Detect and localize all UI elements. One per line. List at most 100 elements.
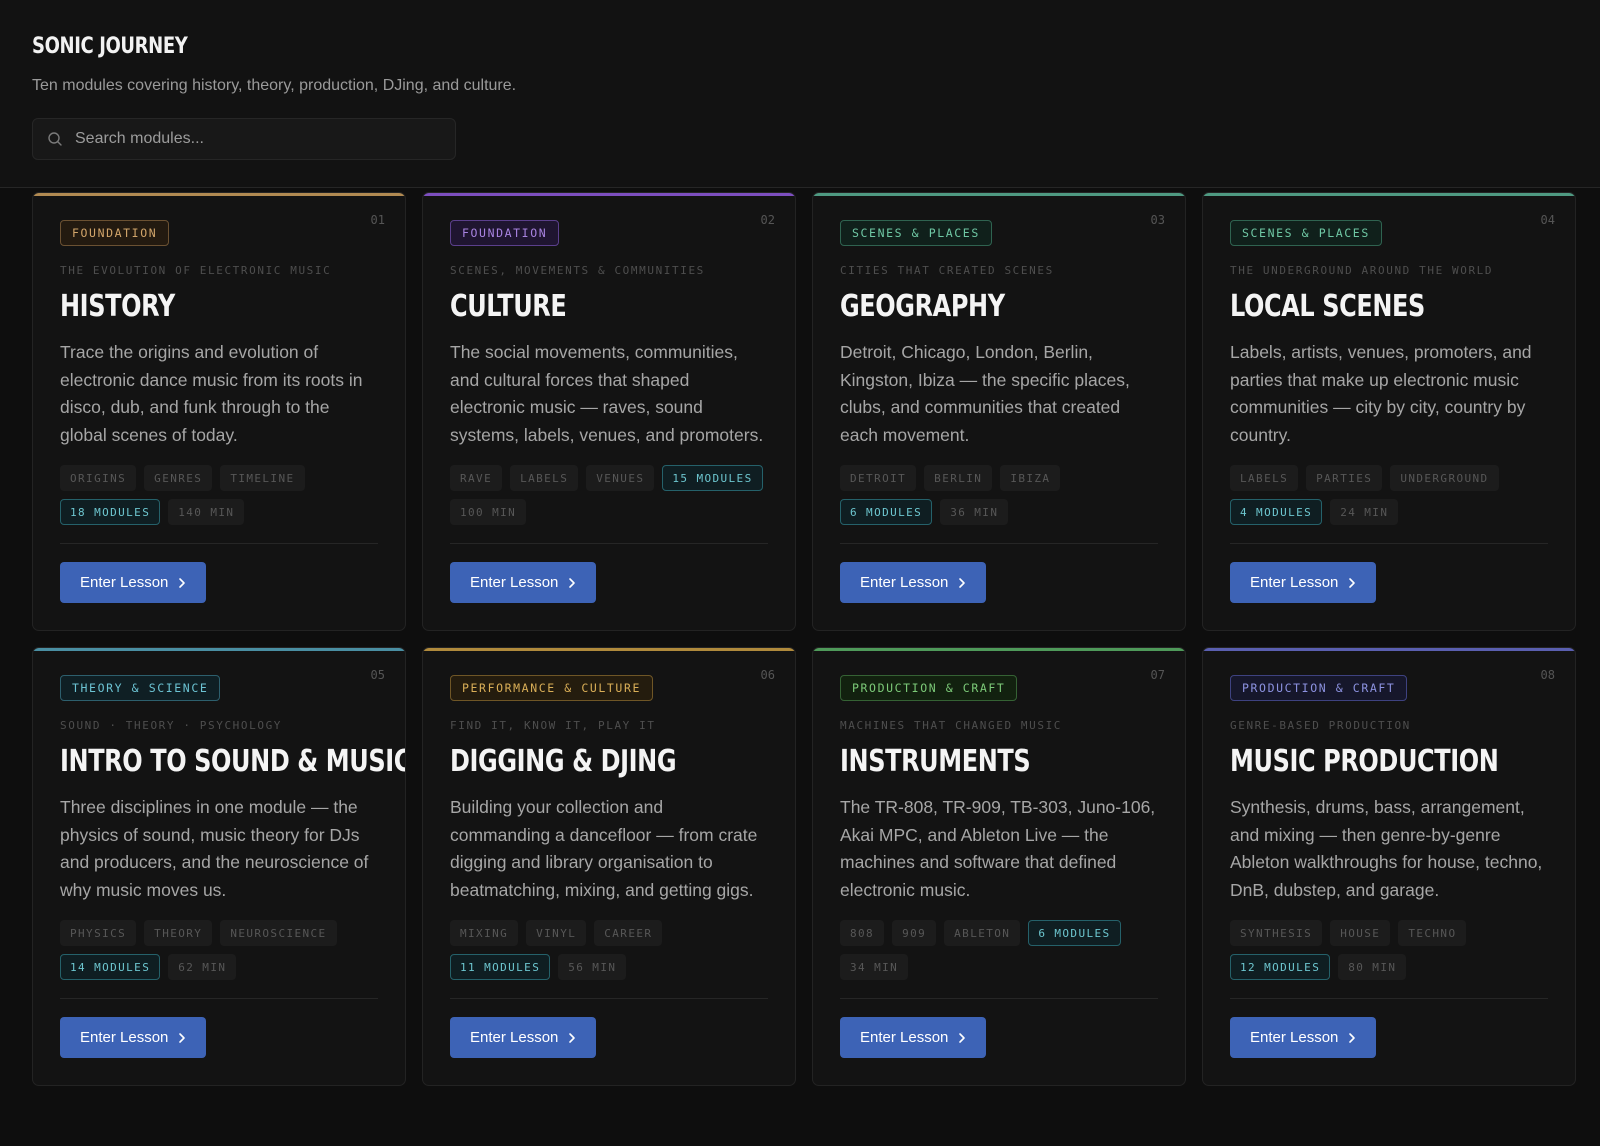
chevron-right-icon	[1349, 1032, 1356, 1043]
enter-lesson-label: Enter Lesson	[470, 574, 559, 591]
search-box[interactable]	[32, 118, 456, 160]
card-number: 02	[760, 213, 775, 227]
duration-tag: 56 MIN	[558, 954, 627, 980]
enter-lesson-label: Enter Lesson	[80, 1029, 169, 1046]
card-accent-line	[33, 193, 405, 196]
tag-list: PHYSICS THEORY NEUROSCIENCE 14 MODULES 62 …	[60, 920, 378, 980]
topic-tag: PHYSICS	[60, 920, 137, 946]
enter-lesson-label: Enter Lesson	[1250, 1029, 1339, 1046]
category-badge: PERFORMANCE & CULTURE	[450, 675, 653, 701]
category-badge: SCENES & PLACES	[840, 220, 992, 246]
card-divider	[1230, 998, 1548, 999]
topic-tag: TECHNO	[1398, 920, 1467, 946]
card-accent-line	[1203, 193, 1575, 196]
tag-list: LABELS PARTIES UNDERGROUND 4 MODULES 24 MI…	[1230, 465, 1548, 525]
category-badge: FOUNDATION	[60, 220, 170, 246]
module-count-tag: 11 MODULES	[450, 954, 551, 980]
card-title: INSTRUMENTS	[840, 744, 1031, 779]
topic-tag: TIMELINE	[220, 465, 305, 491]
card-title: GEOGRAPHY	[840, 289, 1005, 324]
chevron-right-icon	[1349, 577, 1356, 588]
chevron-right-icon	[569, 1032, 576, 1043]
enter-lesson-button[interactable]: Enter Lesson	[450, 562, 597, 603]
module-count-tag: 18 MODULES	[60, 499, 161, 525]
duration-tag: 34 MIN	[840, 954, 909, 980]
module-card[interactable]: 02 FOUNDATION SCENES, MOVEMENTS & COMMUN…	[422, 192, 796, 631]
module-card[interactable]: 03 SCENES & PLACES CITIES THAT CREATED S…	[812, 192, 1186, 631]
duration-tag: 36 MIN	[940, 499, 1009, 525]
enter-lesson-button[interactable]: Enter Lesson	[60, 562, 207, 603]
topic-tag: THEORY	[144, 920, 213, 946]
card-divider	[450, 998, 768, 999]
card-divider	[840, 998, 1158, 999]
duration-tag: 24 MIN	[1330, 499, 1399, 525]
card-kicker: THE UNDERGROUND AROUND THE WORLD	[1230, 264, 1494, 277]
enter-lesson-button[interactable]: Enter Lesson	[840, 562, 987, 603]
tag-list: MIXING VINYL CAREER 11 MODULES 56 MIN	[450, 920, 768, 980]
topic-tag: MIXING	[450, 920, 519, 946]
module-card[interactable]: 08 PRODUCTION & CRAFT GENRE-BASED PRODUC…	[1202, 647, 1576, 1086]
category-badge: FOUNDATION	[450, 220, 560, 246]
card-accent-line	[813, 648, 1185, 651]
tag-list: ORIGINS GENRES TIMELINE 18 MODULES 140 MIN	[60, 465, 378, 525]
category-badge: PRODUCTION & CRAFT	[840, 675, 1018, 701]
enter-lesson-button[interactable]: Enter Lesson	[60, 1017, 207, 1058]
module-card[interactable]: 06 PERFORMANCE & CULTURE FIND IT, KNOW I…	[422, 647, 796, 1086]
enter-lesson-label: Enter Lesson	[470, 1029, 559, 1046]
module-count-tag: 14 MODULES	[60, 954, 161, 980]
enter-lesson-button[interactable]: Enter Lesson	[1230, 1017, 1377, 1058]
card-description: Trace the origins and evolution of elect…	[60, 342, 363, 445]
chevron-right-icon	[179, 577, 186, 588]
header: SONIC JOURNEY Ten modules covering histo…	[0, 0, 1600, 188]
topic-tag: IBIZA	[1000, 465, 1061, 491]
card-divider	[840, 543, 1158, 544]
card-description: The social movements, communities, and c…	[450, 342, 764, 445]
chevron-right-icon	[959, 1032, 966, 1043]
module-card[interactable]: 04 SCENES & PLACES THE UNDERGROUND AROUN…	[1202, 192, 1576, 631]
module-count-tag: 12 MODULES	[1230, 954, 1331, 980]
category-badge: SCENES & PLACES	[1230, 220, 1382, 246]
card-kicker: MACHINES THAT CHANGED MUSIC	[840, 719, 1063, 732]
module-card[interactable]: 07 PRODUCTION & CRAFT MACHINES THAT CHAN…	[812, 647, 1186, 1086]
card-kicker: SCENES, MOVEMENTS & COMMUNITIES	[450, 264, 705, 277]
card-number: 03	[1150, 213, 1165, 227]
topic-tag: 909	[892, 920, 937, 946]
card-description: Labels, artists, venues, promoters, and …	[1230, 342, 1532, 445]
search-input[interactable]	[75, 130, 415, 148]
enter-lesson-label: Enter Lesson	[1250, 574, 1339, 591]
card-kicker: SOUND · THEORY · PSYCHOLOGY	[60, 719, 283, 732]
enter-lesson-button[interactable]: Enter Lesson	[840, 1017, 987, 1058]
topic-tag: ORIGINS	[60, 465, 137, 491]
card-divider	[60, 998, 378, 999]
chevron-right-icon	[179, 1032, 186, 1043]
topic-tag: HOUSE	[1330, 920, 1391, 946]
module-count-tag: 6 MODULES	[1028, 920, 1121, 946]
card-title: HISTORY	[60, 289, 175, 324]
enter-lesson-button[interactable]: Enter Lesson	[450, 1017, 597, 1058]
card-title: CULTURE	[450, 289, 567, 324]
tag-list: SYNTHESIS HOUSE TECHNO 12 MODULES 80 MIN	[1230, 920, 1548, 980]
card-title: DIGGING & DJING	[450, 744, 677, 779]
module-card[interactable]: 01 FOUNDATION THE EVOLUTION OF ELECTRONI…	[32, 192, 406, 631]
module-count-tag: 15 MODULES	[662, 465, 763, 491]
enter-lesson-button[interactable]: Enter Lesson	[1230, 562, 1377, 603]
card-divider	[450, 543, 768, 544]
category-badge: PRODUCTION & CRAFT	[1230, 675, 1408, 701]
duration-tag: 80 MIN	[1338, 954, 1407, 980]
card-kicker: FIND IT, KNOW IT, PLAY IT	[450, 719, 656, 732]
card-number: 07	[1150, 668, 1165, 682]
tag-list: 808 909 ABLETON 6 MODULES 34 MIN	[840, 920, 1158, 980]
topic-tag: RAVE	[450, 465, 503, 491]
topic-tag: 808	[840, 920, 885, 946]
card-title: LOCAL SCENES	[1230, 289, 1425, 324]
enter-lesson-label: Enter Lesson	[860, 574, 949, 591]
category-badge: THEORY & SCIENCE	[60, 675, 221, 701]
card-description: The TR-808, TR-909, TB-303, Juno-106, Ak…	[840, 797, 1156, 900]
duration-tag: 140 MIN	[168, 499, 245, 525]
topic-tag: DETROIT	[840, 465, 917, 491]
topic-tag: SYNTHESIS	[1230, 920, 1323, 946]
tag-list: RAVE LABELS VENUES 15 MODULES 100 MIN	[450, 465, 768, 525]
card-description: Detroit, Chicago, London, Berlin, Kingst…	[840, 342, 1130, 445]
module-card[interactable]: 05 THEORY & SCIENCE SOUND · THEORY · PSY…	[32, 647, 406, 1086]
card-divider	[60, 543, 378, 544]
